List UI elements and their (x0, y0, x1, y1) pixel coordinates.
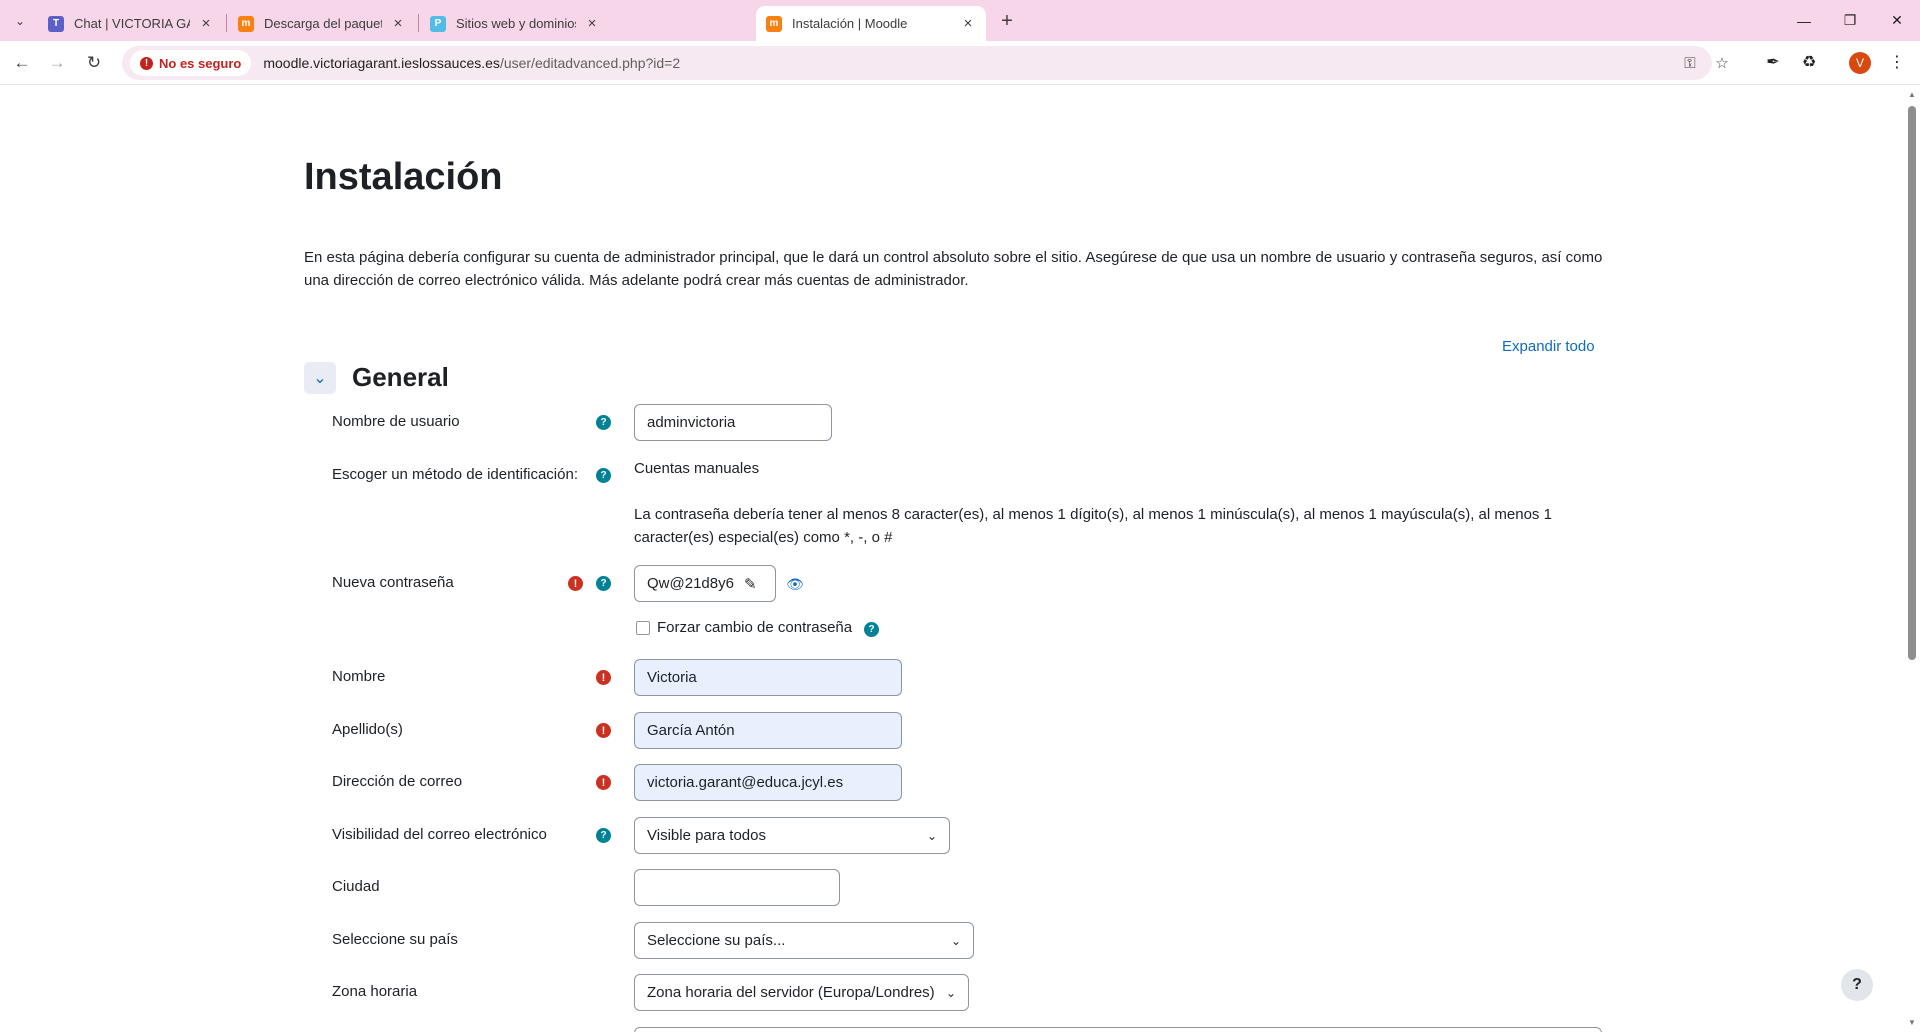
tab-moodle-install[interactable]: m Instalación | Moodle × (756, 6, 986, 41)
city-label: Ciudad (332, 878, 380, 895)
page-title: Instalación (304, 156, 503, 198)
required-icon: ! (596, 670, 611, 685)
username-field[interactable] (634, 404, 832, 441)
extensions-icon[interactable]: ♻ (1796, 49, 1822, 75)
close-tab-icon[interactable]: × (198, 15, 214, 32)
country-select[interactable]: Seleccione su país... ⌄ (634, 922, 974, 959)
tab-moodle-download[interactable]: m Descarga del paquete | Descarg × (228, 6, 416, 41)
tab-title: Sitios web y dominios - Plesk - (456, 16, 576, 31)
tab-search-icon[interactable]: ⌄ (8, 9, 32, 33)
browser-toolbar: ← → ↻ ! No es seguro moodle.victoriagara… (0, 41, 1920, 85)
not-secure-icon: ! (140, 56, 153, 70)
intro-text: En esta página debería configurar su cue… (304, 249, 1603, 289)
password-rules-text: La contraseña debería tener al menos 8 c… (634, 506, 1552, 546)
help-icon[interactable]: ? (596, 828, 611, 843)
required-icon: ! (568, 576, 583, 591)
country-value: Seleccione su país... (647, 932, 786, 949)
new-password-value: Qw@21d8y6 (647, 575, 734, 592)
auth-method-value: Cuentas manuales (634, 460, 760, 477)
page-content: Instalación En esta página debería confi… (0, 86, 1904, 1032)
email-field[interactable] (634, 764, 902, 801)
tab-separator (226, 14, 227, 32)
browser-tab-strip: ⌄ T Chat | VICTORIA GARCÍA ANTÓ × m Desc… (0, 0, 1920, 41)
next-field-partial (634, 1027, 1602, 1032)
lastname-label: Apellido(s) (332, 721, 403, 738)
timezone-label: Zona horaria (332, 983, 418, 1000)
scroll-up-icon[interactable]: ▲ (1908, 90, 1916, 99)
new-tab-icon[interactable]: + (994, 8, 1020, 34)
email-label: Dirección de correo (332, 773, 463, 790)
auth-method-label: Escoger un método de identificación: (332, 466, 578, 483)
close-tab-icon[interactable]: × (390, 15, 406, 32)
moodle-icon: m (766, 15, 782, 32)
help-icon[interactable]: ? (596, 468, 611, 483)
username-label: Nombre de usuario (332, 413, 460, 430)
email-visibility-value: Visible para todos (647, 827, 766, 844)
section-title: General (352, 362, 449, 392)
firstname-label: Nombre (332, 668, 386, 685)
url-text[interactable]: moodle.victoriagarant.ieslossauces.es/us… (263, 55, 680, 71)
tab-teams-chat[interactable]: T Chat | VICTORIA GARCÍA ANTÓ × (38, 6, 224, 41)
password-key-icon[interactable]: ⚿ (1678, 51, 1702, 75)
back-icon[interactable]: ← (8, 49, 36, 77)
expand-all-link[interactable]: Expandir todo (1502, 338, 1595, 355)
tab-plesk[interactable]: P Sitios web y dominios - Plesk - × (420, 6, 610, 41)
bookmark-star-icon[interactable]: ☆ (1710, 51, 1734, 75)
pencil-icon[interactable]: ✎ (744, 575, 757, 593)
teams-icon: T (48, 15, 64, 32)
tab-title: Descarga del paquete | Descarg (264, 16, 382, 31)
country-label: Seleccione su país (332, 931, 458, 948)
close-tab-icon[interactable]: × (960, 15, 976, 32)
help-icon[interactable]: ? (596, 576, 611, 591)
moodle-icon: m (238, 15, 254, 32)
new-password-label: Nueva contraseña (332, 574, 454, 591)
tab-title: Chat | VICTORIA GARCÍA ANTÓ (74, 16, 190, 31)
tab-separator (418, 14, 419, 32)
chevron-down-icon: ⌄ (926, 828, 937, 843)
lastname-field[interactable] (634, 712, 902, 749)
security-chip[interactable]: ! No es seguro (130, 50, 252, 76)
address-bar[interactable]: ! No es seguro moodle.victoriagarant.ies… (122, 46, 1729, 80)
scrollbar-thumb[interactable] (1908, 106, 1916, 660)
help-icon[interactable]: ? (864, 622, 879, 637)
plesk-icon: P (430, 15, 446, 32)
chevron-down-icon: ⌄ (945, 985, 956, 1000)
minimize-icon[interactable]: — (1781, 0, 1827, 41)
required-icon: ! (596, 723, 611, 738)
pen-icon[interactable]: ✒ (1760, 49, 1786, 75)
tab-title: Instalación | Moodle (792, 16, 908, 31)
reload-icon[interactable]: ↻ (80, 49, 108, 77)
profile-avatar[interactable]: V (1849, 52, 1871, 74)
chevron-down-icon: ⌄ (950, 933, 961, 948)
security-chip-label: No es seguro (159, 55, 242, 71)
help-icon[interactable]: ? (596, 415, 611, 430)
new-password-field[interactable]: Qw@21d8y6 ✎ (634, 565, 776, 602)
email-visibility-label: Visibilidad del correo electrónico (332, 826, 547, 843)
force-password-change-checkbox[interactable] (636, 621, 650, 635)
page-scrollbar[interactable]: ▲ ▼ (1904, 86, 1920, 1032)
required-icon: ! (596, 775, 611, 790)
close-tab-icon[interactable]: × (584, 15, 600, 32)
timezone-select[interactable]: Zona horaria del servidor (Europa/Londre… (634, 974, 969, 1011)
firstname-field[interactable] (634, 659, 902, 696)
city-field[interactable] (634, 869, 840, 906)
scroll-down-icon[interactable]: ▼ (1908, 1018, 1916, 1027)
restore-icon[interactable]: ❐ (1827, 0, 1873, 41)
menu-kebab-icon[interactable]: ⋮ (1884, 49, 1910, 75)
collapse-section-chevron-icon[interactable]: ⌄ (304, 362, 336, 394)
email-visibility-select[interactable]: Visible para todos ⌄ (634, 817, 950, 854)
force-password-change-label[interactable]: Forzar cambio de contraseña (657, 619, 852, 636)
forward-icon[interactable]: → (43, 49, 71, 77)
reveal-password-eye-icon[interactable]: 👁 (786, 575, 804, 593)
close-window-icon[interactable]: ✕ (1874, 0, 1920, 41)
url-host: moodle.victoriagarant.ieslossauces.es (263, 55, 500, 71)
help-fab-button[interactable]: ? (1841, 969, 1873, 1001)
timezone-value: Zona horaria del servidor (Europa/Londre… (647, 984, 935, 1001)
url-path: /user/editadvanced.php?id=2 (499, 55, 681, 71)
